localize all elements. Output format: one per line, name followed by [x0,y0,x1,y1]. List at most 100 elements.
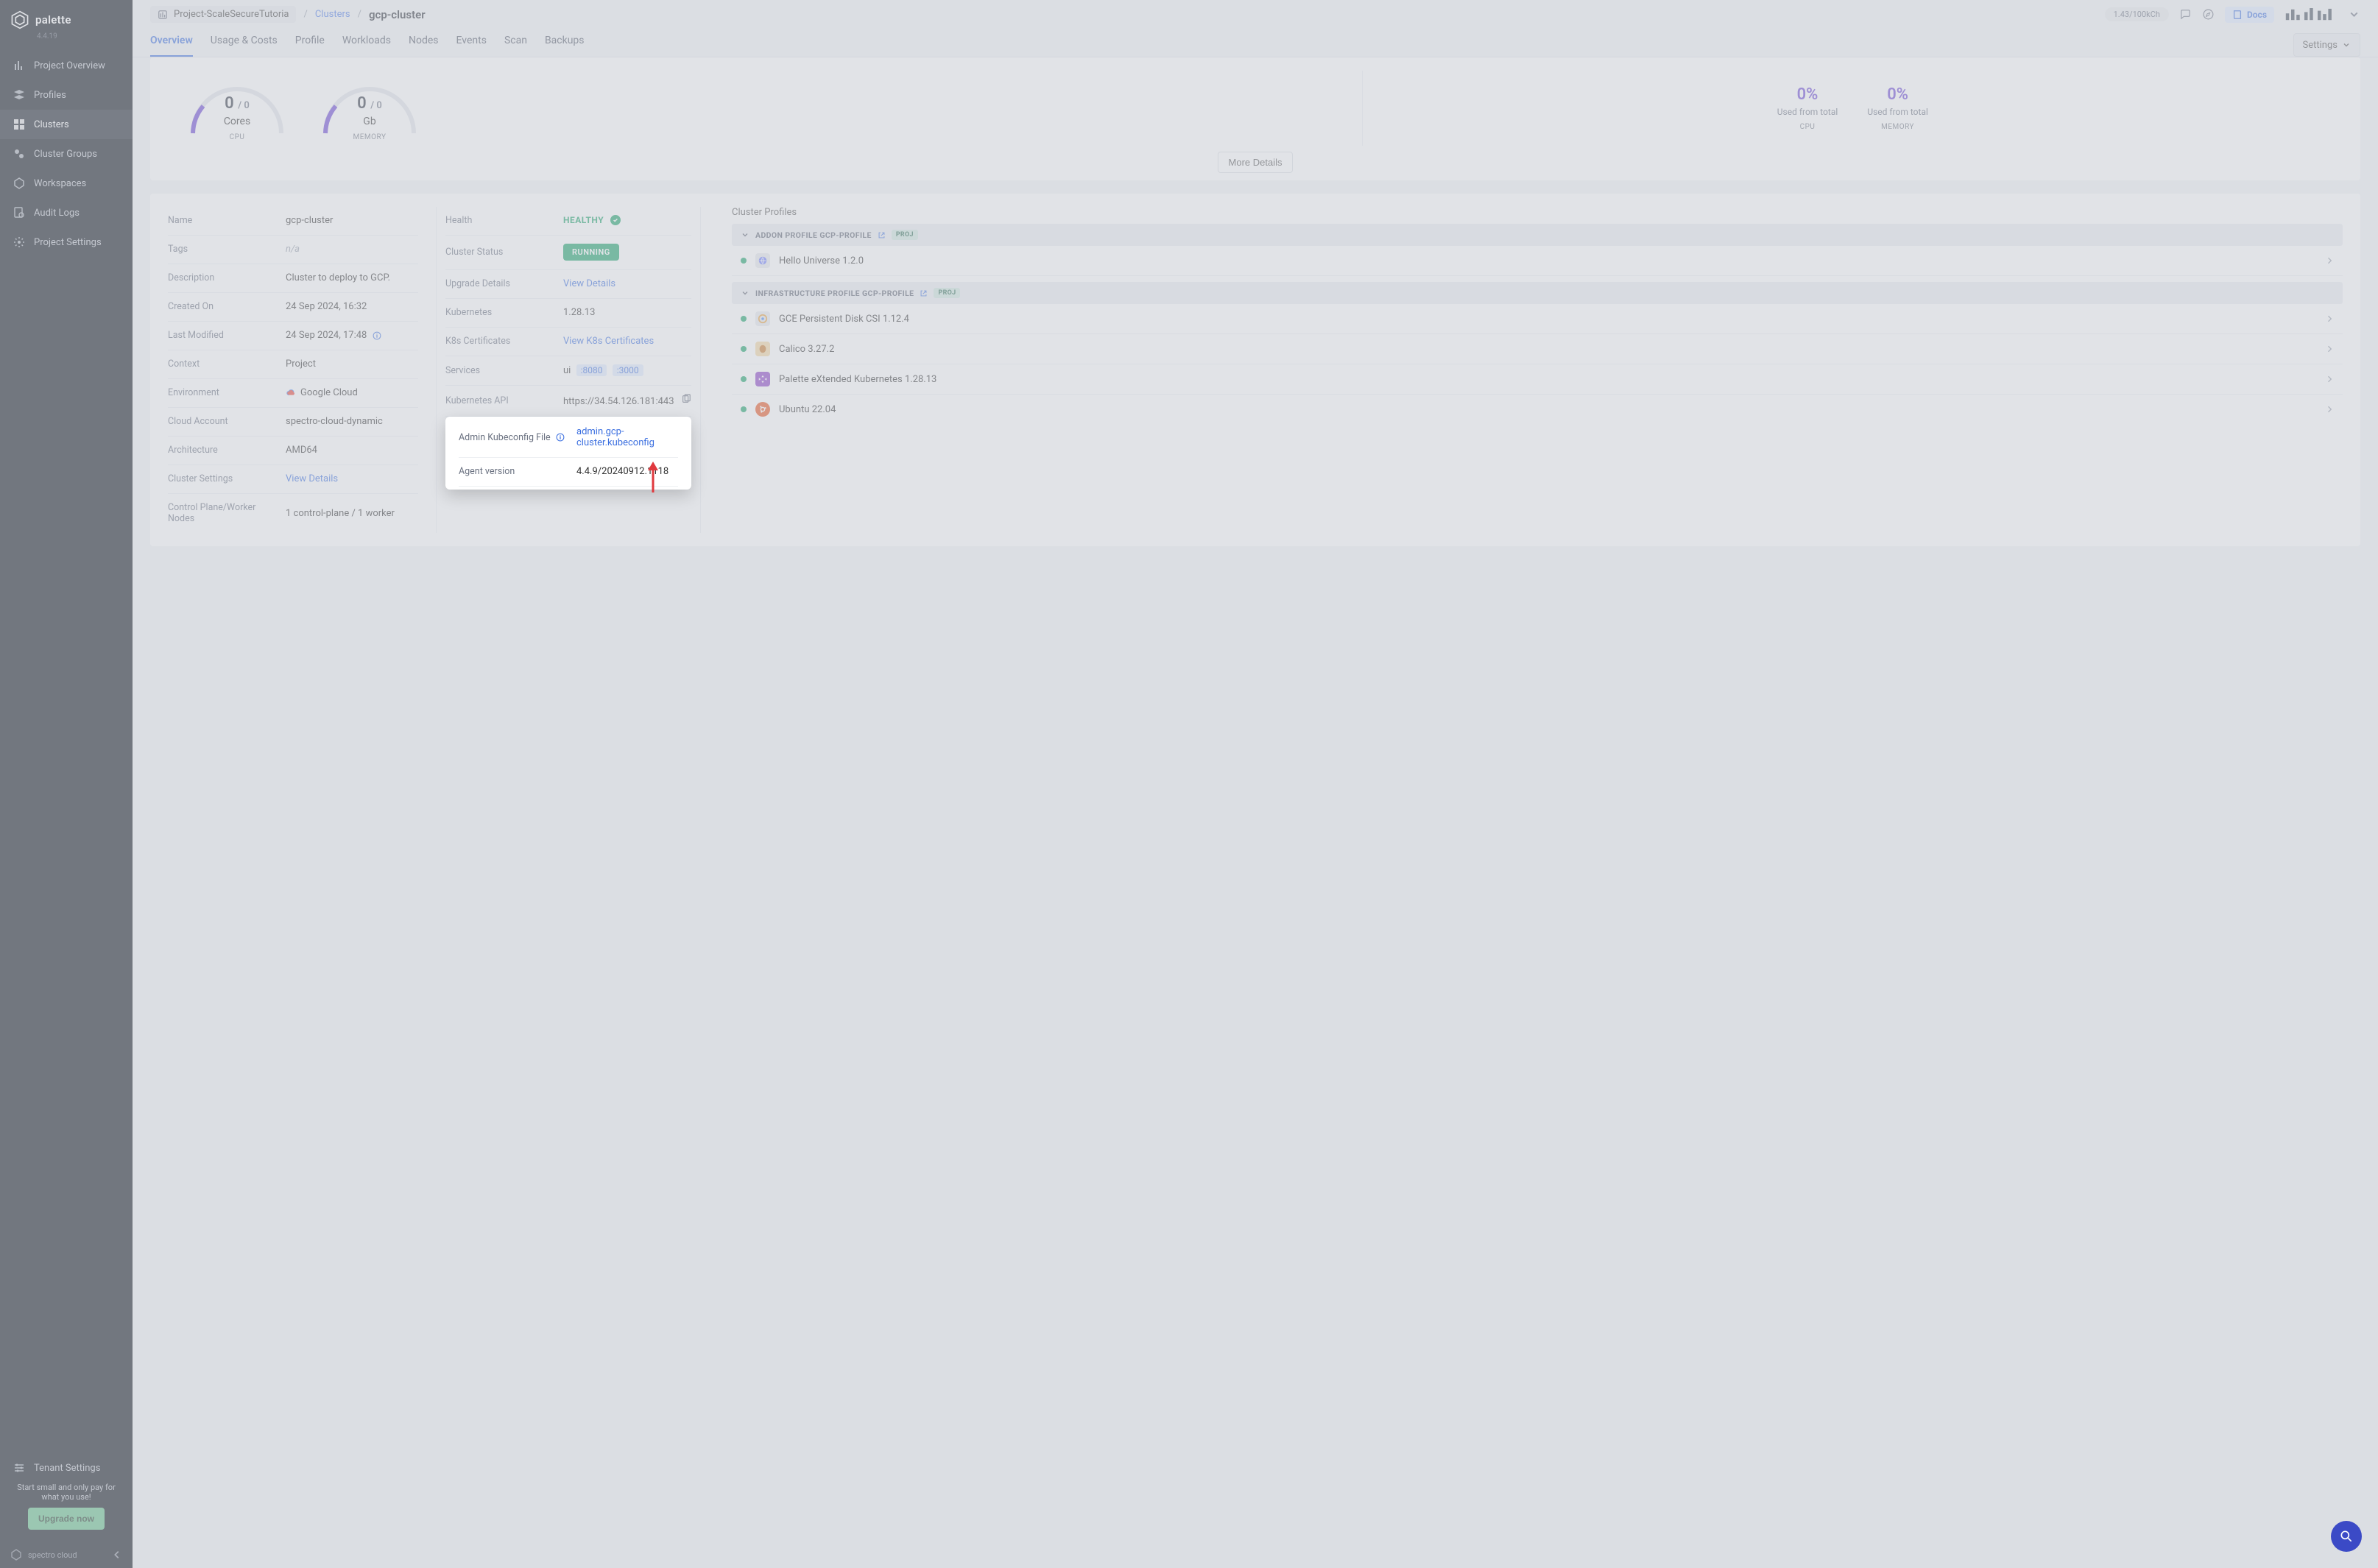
pack-row[interactable]: Ubuntu 22.04 [732,395,2343,424]
pack-row[interactable]: Calico 3.27.2 [732,334,2343,364]
tab-backups[interactable]: Backups [545,33,585,57]
label-architecture: Architecture [168,445,278,456]
tab-overview[interactable]: Overview [150,33,193,57]
sidebar-item-clusters[interactable]: Clusters [0,110,133,139]
pack-pkx-icon [755,372,770,386]
link-k8s-certs[interactable]: View K8s Certificates [563,336,654,347]
tab-scan[interactable]: Scan [504,33,527,57]
pack-row[interactable]: Hello Universe 1.2.0 [732,246,2343,276]
total-text: Used from total [1777,107,1838,117]
service-port-link[interactable]: :3000 [613,364,643,376]
topbar: Project-ScaleSecureTutoria / Clusters / … [133,0,2378,23]
chevron-right-icon [2325,405,2334,414]
label-agent-version: Agent version [459,466,569,477]
chevron-right-icon [2325,314,2334,323]
document-search-icon [13,207,25,219]
gauge-unit: Gb [318,116,421,127]
sidebar-item-label: Tenant Settings [34,1463,100,1474]
info-icon[interactable] [556,433,565,442]
more-details-button[interactable]: More Details [1218,152,1294,173]
gauge-cpu: 0 / 0 Cores CPU [186,78,289,143]
value-created-on: 24 Sep 2024, 16:32 [286,301,367,312]
breadcrumb-separator: / [303,9,307,20]
pack-row[interactable]: GCE Persistent Disk CSI 1.12.4 [732,304,2343,334]
value-name: gcp-cluster [286,215,333,226]
tab-profile[interactable]: Profile [295,33,325,57]
sidebar-item-profiles[interactable]: Profiles [0,80,133,110]
tab-events[interactable]: Events [456,33,487,57]
pack-row[interactable]: Palette eXtended Kubernetes 1.28.13 [732,364,2343,395]
sidebar-item-workspaces[interactable]: Workspaces [0,169,133,198]
sidebar-item-project-settings[interactable]: Project Settings [0,227,133,257]
primary-nav: Project Overview Profiles Clusters Clust… [0,51,133,1541]
label-kube-api: Kubernetes API [445,395,556,406]
link-upgrade-details[interactable]: View Details [563,278,615,289]
gauge-label: MEMORY [318,133,421,141]
upgrade-now-button[interactable]: Upgrade now [28,1508,105,1530]
service-port-link[interactable]: :8080 [576,364,607,376]
breadcrumb-parent[interactable]: Clusters [315,9,350,20]
gauge-value: 0 [225,94,234,113]
pack-hello-universe-icon [755,253,770,268]
value-architecture: AMD64 [286,445,317,456]
link-admin-kubeconfig[interactable]: admin.gcp-cluster.kubeconfig [576,426,678,448]
infra-profile-header[interactable]: INFRASTRUCTURE PROFILE GCP-PROFILE PROJ [732,282,2343,304]
value-kubernetes: 1.28.13 [563,307,595,318]
info-icon[interactable] [373,331,381,340]
gauge-memory: 0 / 0 Gb MEMORY [318,78,421,143]
sidebar-item-cluster-groups[interactable]: Cluster Groups [0,139,133,169]
cluster-settings-dropdown[interactable]: Settings [2293,33,2360,57]
label-k8s-certs: K8s Certificates [445,336,556,347]
compass-icon[interactable] [2202,8,2215,21]
sidebar-item-tenant-settings[interactable]: Tenant Settings [0,1453,133,1483]
total-pct: 0% [1867,85,1928,104]
value-services: ui :8080 :3000 [563,364,643,376]
docs-button[interactable]: Docs [2225,7,2274,23]
project-selector[interactable]: Project-ScaleSecureTutoria [150,6,296,23]
label-description: Description [168,272,278,283]
chevron-down-icon[interactable] [2348,8,2360,21]
search-icon [2339,1529,2354,1544]
tab-nodes[interactable]: Nodes [409,33,439,57]
tab-workloads[interactable]: Workloads [342,33,391,57]
link-cluster-settings[interactable]: View Details [286,473,338,484]
group-icon [13,148,25,160]
details-mid: Health HEALTHY Cluster Status RUNNING Up… [437,207,700,490]
proj-badge: PROJ [934,288,960,298]
label-cluster-status: Cluster Status [445,247,556,258]
sidebar-item-label: Project Settings [34,237,102,248]
collapse-sidebar-icon[interactable] [112,1550,122,1560]
spectro-cloud-logo-icon [10,1549,22,1561]
value-cluster-status: RUNNING [563,244,619,261]
mini-usage-chart-icon[interactable] [2284,7,2338,23]
copy-icon[interactable] [681,394,691,404]
tab-usage-costs[interactable]: Usage & Costs [211,33,278,57]
gauge-total: / 0 [370,100,382,111]
pack-calico-icon [755,342,770,356]
pack-label: GCE Persistent Disk CSI 1.12.4 [779,314,909,325]
total-text: Used from total [1867,107,1928,117]
help-fab[interactable] [2331,1521,2362,1552]
details-left: Namegcp-cluster Tagsn/a DescriptionClust… [168,207,418,533]
hexagon-icon [13,177,25,189]
status-dot-icon [741,376,747,382]
addon-profile-header[interactable]: ADDON PROFILE GCP-PROFILE PROJ [732,224,2343,246]
value-context: Project [286,359,316,370]
brand-label: palette [35,13,71,27]
gauge-unit: Cores [186,116,289,127]
pack-label: Ubuntu 22.04 [779,404,836,415]
label-services: Services [445,365,556,376]
label-kubernetes: Kubernetes [445,307,556,318]
sidebar-item-label: Cluster Groups [34,149,97,160]
sliders-icon [13,1462,25,1474]
label-context: Context [168,359,278,370]
value-cloud-account: spectro-cloud-dynamic [286,416,383,427]
sidebar-item-project-overview[interactable]: Project Overview [0,51,133,80]
sidebar-item-audit-logs[interactable]: Audit Logs [0,198,133,227]
total-cpu: 0% Used from total CPU [1777,85,1838,131]
chevron-down-icon [741,289,749,297]
total-label: MEMORY [1867,123,1928,131]
chat-icon[interactable] [2179,8,2192,21]
brand: palette [0,0,133,31]
metrics-card: 0 / 0 Cores CPU 0 / 0 Gb MEMORY [150,57,2360,180]
